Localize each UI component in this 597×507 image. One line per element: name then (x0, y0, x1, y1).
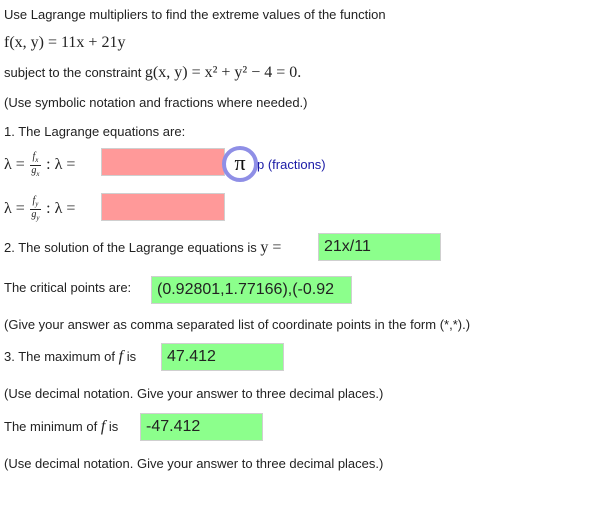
lambda-symbol: λ = (4, 199, 25, 217)
decimal-note-1: (Use decimal notation. Give your answer … (4, 386, 384, 401)
minimum-label: The minimum of f is (4, 418, 119, 435)
f-symbol: f (118, 348, 124, 365)
colon-lambda: : λ = (46, 199, 76, 217)
solution-y-input[interactable]: 21x/11 (318, 233, 441, 261)
question-1-label: 1. The Lagrange equations are: (4, 124, 186, 139)
pi-symbol-button[interactable]: π (222, 146, 258, 182)
critical-points-label: The critical points are: (4, 280, 132, 295)
symbolic-note: (Use symbolic notation and fractions whe… (4, 95, 308, 110)
question-2-label: 2. The solution of the Lagrange equation… (4, 239, 282, 256)
question-3-label: 3. The maximum of f is (4, 348, 137, 365)
function-expression: f(x, y) = 11x + 21y (4, 34, 126, 51)
minimum-input[interactable]: -47.412 (140, 413, 263, 441)
y-equals: y = (260, 239, 282, 256)
fractions-hint-link[interactable]: p (fractions) (257, 157, 326, 172)
colon-lambda: : λ = (46, 155, 76, 173)
fx-over-gx-fraction: fx gx (30, 151, 41, 178)
constraint-line: subject to the constraint g(x, y) = x² +… (4, 64, 301, 82)
lagrange-equation-1: λ = fx gx : λ = (4, 152, 75, 179)
lagrange-equation-2: λ = fy gy : λ = (4, 196, 75, 223)
constraint-prefix: subject to the constraint (4, 65, 145, 80)
lambda-symbol: λ = (4, 155, 25, 173)
f-symbol: f (100, 418, 106, 435)
fy-over-gy-fraction: fy gy (30, 195, 41, 222)
coordinate-format-note: (Give your answer as comma separated lis… (4, 317, 471, 332)
constraint-expression: g(x, y) = x² + y² − 4 = 0. (144, 64, 302, 81)
lagrange-answer-2-input[interactable] (101, 193, 225, 221)
lagrange-answer-1-input[interactable] (101, 148, 225, 176)
critical-points-input[interactable]: (0.92801,1.77166),(-0.92 (151, 276, 352, 304)
problem-intro: Use Lagrange multipliers to find the ext… (4, 7, 386, 22)
decimal-note-2: (Use decimal notation. Give your answer … (4, 456, 384, 471)
maximum-input[interactable]: 47.412 (161, 343, 284, 371)
